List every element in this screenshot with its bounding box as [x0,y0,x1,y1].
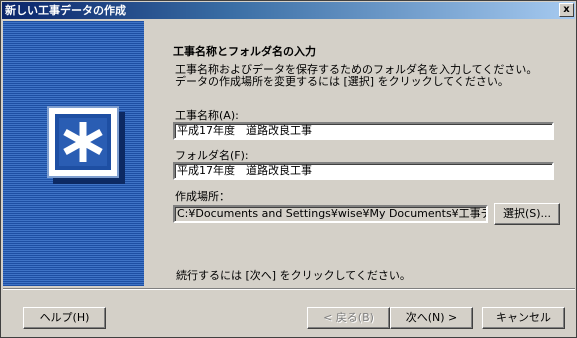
continue-hint: 続行するには [次へ] をクリックしてください。 [176,269,411,282]
next-button[interactable]: 次へ(N) > [390,307,473,329]
close-icon: x [563,4,570,15]
select-location-button[interactable]: 選択(S)... [494,203,560,225]
wizard-banner [3,21,144,286]
wizard-dialog: 新しい工事データの作成 x 工事名称とフォルダ名の入力 工事名称およびデータを保… [0,0,577,338]
cancel-button[interactable]: キャンセル [482,307,565,329]
project-name-field[interactable]: 平成17年度 道路改良工事 [173,122,554,140]
footer-separator [3,288,575,290]
project-name-label: 工事名称(A): [175,109,239,122]
location-label: 作成場所： [175,190,230,203]
asterisk-logo-icon [47,106,119,178]
page-description: 工事名称およびデータを保存するためのフォルダ名を入力してください。 データの作成… [175,64,555,88]
back-button[interactable]: < 戻る(B) [307,307,390,329]
page-heading: 工事名称とフォルダ名の入力 [173,45,316,58]
folder-name-field[interactable]: 平成17年度 道路改良工事 [173,162,554,180]
folder-name-label: フォルダ名(F): [175,149,249,162]
title-bar[interactable]: 新しい工事データの作成 x [2,2,575,19]
help-button[interactable]: ヘルプ(H) [23,307,106,329]
description-line-2: データの作成場所を変更するには [選択] をクリックしてください。 [175,75,509,88]
location-field[interactable]: C:¥Documents and Settings¥wise¥My Docume… [173,205,488,223]
window-title: 新しい工事データの作成 [5,4,126,17]
close-button[interactable]: x [559,3,574,17]
wizard-content: 工事名称とフォルダ名の入力 工事名称およびデータを保存するためのフォルダ名を入力… [144,21,575,286]
